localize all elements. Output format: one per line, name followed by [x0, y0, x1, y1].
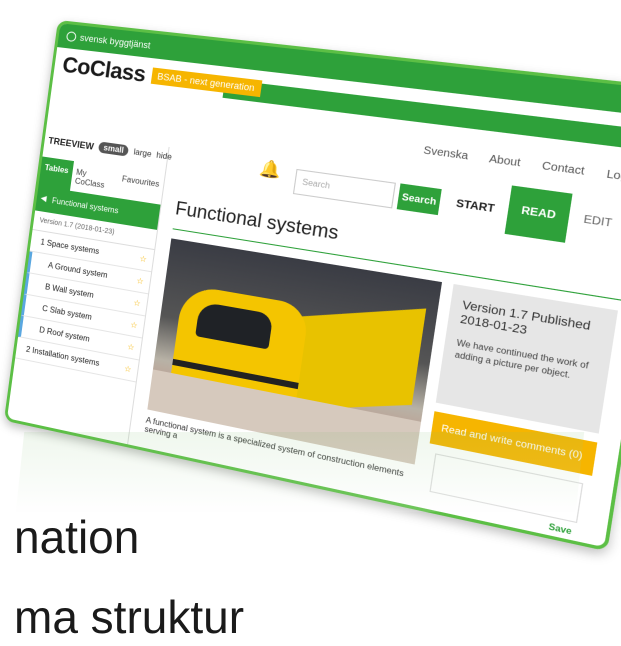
foreground-line-2: ma struktur	[14, 591, 245, 643]
foreground-line-1: nation	[14, 511, 140, 563]
foreground-text: nation ma struktur	[0, 0, 621, 646]
